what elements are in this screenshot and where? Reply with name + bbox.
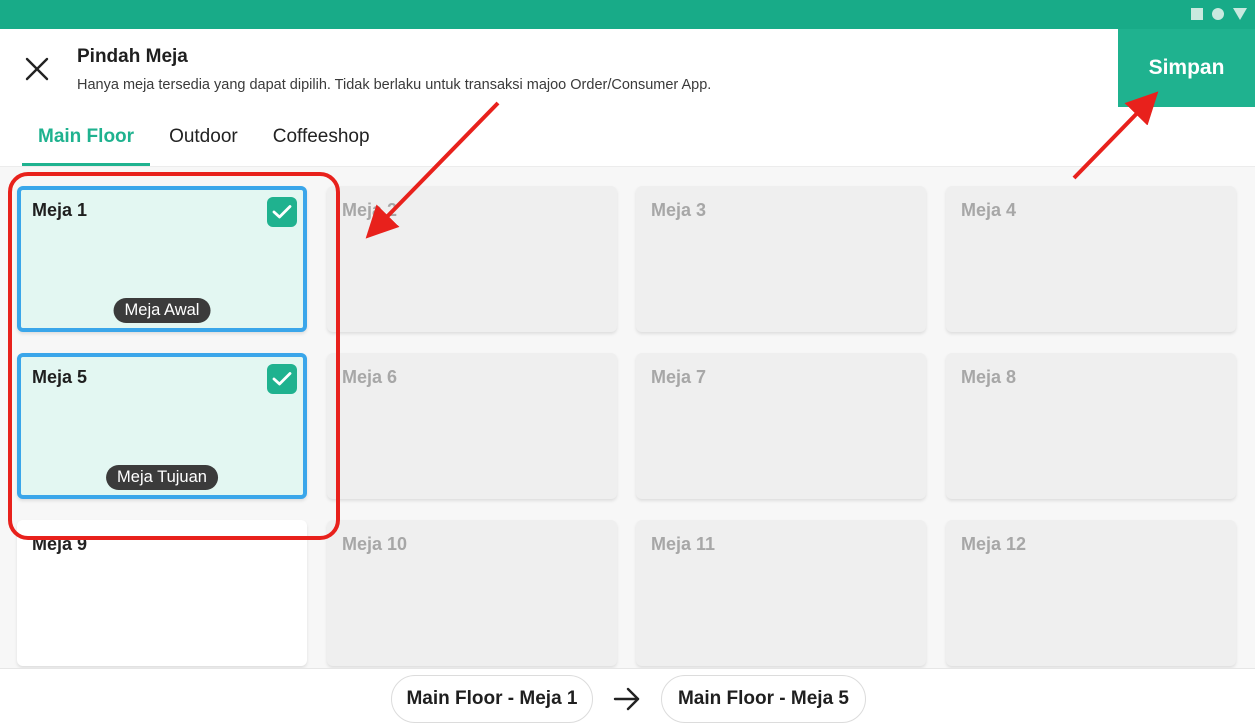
origin-table-chip: Main Floor - Meja 1: [391, 675, 593, 723]
table-name: Meja 8: [961, 367, 1017, 387]
table-card-meja-8: Meja 8: [946, 353, 1236, 499]
table-card-meja-7: Meja 7: [636, 353, 926, 499]
table-grid: Meja 1 Meja Awal Meja 2 Meja 3 Meja 4 Me…: [0, 168, 1255, 668]
square-icon: [1191, 8, 1203, 20]
status-bar: [0, 0, 1255, 29]
page-subtitle: Hanya meja tersedia yang dapat dipilih. …: [77, 77, 712, 93]
table-name: Meja 1: [32, 200, 88, 220]
check-icon: [267, 197, 297, 227]
table-card-meja-2: Meja 2: [327, 186, 617, 332]
table-name: Meja 5: [32, 367, 88, 387]
table-card-meja-6: Meja 6: [327, 353, 617, 499]
destination-badge: Meja Tujuan: [106, 465, 218, 490]
table-card-meja-11: Meja 11: [636, 520, 926, 666]
table-name: Meja 10: [342, 534, 408, 554]
floor-tabs: Main Floor Outdoor Coffeeshop: [22, 116, 389, 166]
tab-outdoor[interactable]: Outdoor: [153, 116, 254, 166]
table-card-meja-5[interactable]: Meja 5 Meja Tujuan: [17, 353, 307, 499]
table-card-meja-1[interactable]: Meja 1 Meja Awal: [17, 186, 307, 332]
destination-table-chip: Main Floor - Meja 5: [661, 675, 866, 723]
table-name: Meja 6: [342, 367, 398, 387]
origin-badge: Meja Awal: [113, 298, 211, 323]
status-icons: [1191, 8, 1247, 20]
table-card-meja-12: Meja 12: [946, 520, 1236, 666]
table-name: Meja 3: [651, 200, 707, 220]
table-card-meja-10: Meja 10: [327, 520, 617, 666]
table-name: Meja 7: [651, 367, 707, 387]
page-title: Pindah Meja: [77, 46, 188, 67]
table-name: Meja 2: [342, 200, 398, 220]
table-name: Meja 4: [961, 200, 1017, 220]
table-name: Meja 9: [32, 534, 88, 554]
close-button[interactable]: [22, 54, 52, 84]
table-card-meja-3: Meja 3: [636, 186, 926, 332]
tab-coffeeshop[interactable]: Coffeeshop: [257, 116, 386, 166]
check-icon: [267, 364, 297, 394]
close-icon: [25, 57, 49, 81]
table-card-meja-9[interactable]: Meja 9: [17, 520, 307, 666]
table-name: Meja 11: [651, 534, 716, 554]
tab-main-floor[interactable]: Main Floor: [22, 116, 151, 166]
table-card-meja-4: Meja 4: [946, 186, 1236, 332]
arrow-right-icon: [613, 687, 640, 711]
header: Pindah Meja Hanya meja tersedia yang dap…: [0, 29, 1255, 167]
triangle-icon: [1233, 8, 1247, 20]
circle-icon: [1212, 8, 1224, 20]
table-name: Meja 12: [961, 534, 1027, 554]
save-button[interactable]: Simpan: [1118, 29, 1255, 107]
footer-move-summary: Main Floor - Meja 1 Main Floor - Meja 5: [0, 668, 1255, 724]
